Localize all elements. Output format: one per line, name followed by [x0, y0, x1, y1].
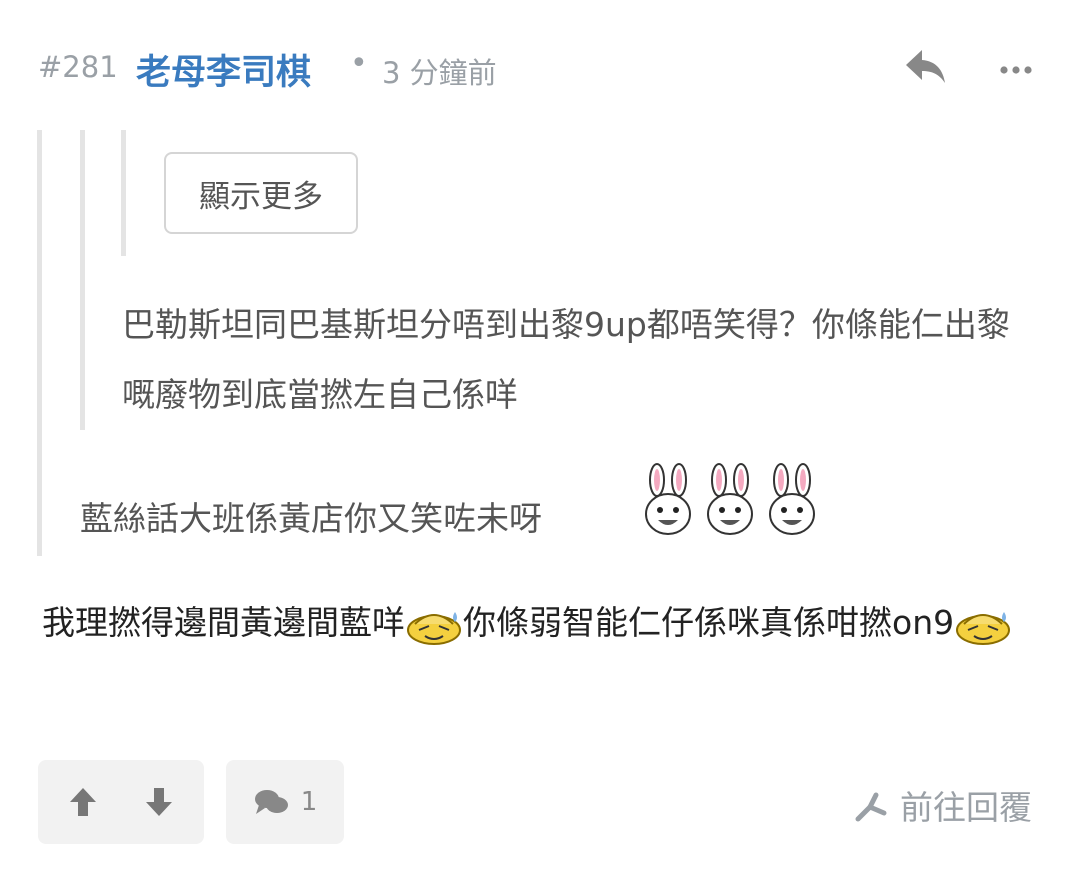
- bunny-emoji: [645, 463, 691, 535]
- sweat-emoji: [956, 611, 1011, 645]
- nested-quote-text: 巴勒斯坦同巴基斯坦分唔到出黎9up都唔笑得？你條能仁出黎嘅廢物到底當撚左自己係咩: [122, 305, 1010, 414]
- body-text-part2: 你條弱智能仁仔係咪真係咁撚on9: [463, 603, 955, 642]
- post-body: 我理撚得邊間黃邊間藍咩 你條弱智能仁仔係咪真係咁撚on9: [42, 588, 1042, 658]
- username-link[interactable]: 老母李司棋: [136, 44, 311, 95]
- goto-reply-link[interactable]: 前往回覆: [852, 782, 1032, 828]
- comment-icon: [254, 790, 288, 814]
- post-header: #281 老母李司棋 • 3 分鐘前: [38, 44, 1048, 95]
- more-icon[interactable]: [996, 48, 1036, 86]
- quote-bar-middle: [80, 130, 85, 430]
- show-more-button[interactable]: 顯示更多: [164, 152, 358, 234]
- show-more-label: 顯示更多: [199, 178, 323, 215]
- comment-button[interactable]: 1: [226, 760, 344, 844]
- goto-reply-label: 前往回覆: [900, 788, 1032, 827]
- upvote-icon[interactable]: [68, 786, 98, 818]
- outer-quote-text: 藍絲話大班係黃店你又笑咗未呀: [80, 499, 542, 538]
- quote-bar-outer: [37, 130, 42, 556]
- quote-bar-inner: [121, 130, 126, 256]
- bunny-emoji: [769, 463, 815, 535]
- reply-icon[interactable]: [904, 48, 948, 86]
- vote-group: [38, 760, 204, 844]
- bunny-emoji-row: [640, 462, 820, 538]
- post-number[interactable]: #281: [38, 50, 118, 84]
- meta-separator: •: [350, 46, 368, 81]
- goto-reply-icon: [855, 792, 887, 822]
- comment-count: 1: [300, 787, 318, 817]
- bunny-emoji: [707, 463, 753, 535]
- body-text-part1: 我理撚得邊間黃邊間藍咩: [42, 603, 405, 642]
- timestamp: 3 分鐘前: [382, 56, 497, 90]
- sweat-emoji: [407, 611, 461, 645]
- downvote-icon[interactable]: [144, 786, 174, 818]
